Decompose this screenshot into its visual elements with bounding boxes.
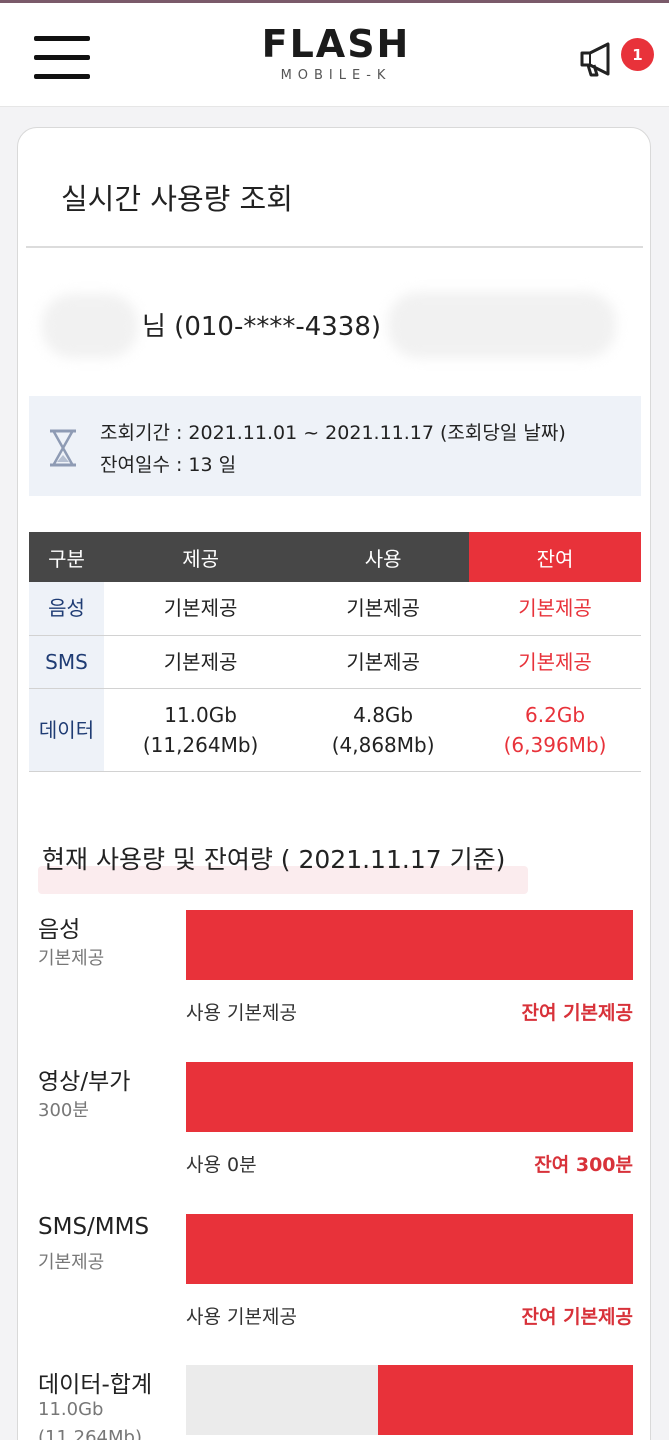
used-amount: 사용 기본제공 <box>186 1002 297 1024</box>
cell-remaining: 6.2Gb (6,396Mb) <box>469 688 641 772</box>
period-text: 조회기간 : 2021.11.01 ~ 2021.11.17 (조회당일 날짜) <box>100 422 566 444</box>
usage-bar-remaining-fill <box>186 1214 633 1284</box>
used-amount: 사용 0분 <box>186 1154 257 1176</box>
usage-card: 실시간 사용량 조회 님 (010-****-4338) 조회기간 : 2021… <box>17 127 651 1440</box>
item-name: SMS/MMS <box>38 1214 150 1240</box>
user-phone-line: 님 (010-****-4338) <box>142 312 382 342</box>
cell-remaining-main: 6.2Gb <box>525 702 586 727</box>
hourglass-icon <box>50 429 76 467</box>
megaphone-icon <box>580 42 610 77</box>
cell-provided: 기본제공 <box>104 635 298 689</box>
cell-provided: 11.0Gb (11,264Mb) <box>104 688 298 772</box>
table-row: 음성 기본제공 기본제공 기본제공 <box>29 582 641 636</box>
cell-remaining: 기본제공 <box>469 582 641 636</box>
col-header-remaining: 잔여 <box>469 532 641 582</box>
item-sub: 11.0Gb <box>38 1399 104 1420</box>
used-amount: 사용 기본제공 <box>186 1306 297 1328</box>
logo-sub-text: MOBILE-K <box>280 68 392 83</box>
title-divider <box>26 246 643 248</box>
cell-remaining-sub: (6,396Mb) <box>503 732 607 757</box>
item-sub: 기본제공 <box>38 948 105 969</box>
col-header-used: 사용 <box>297 532 470 582</box>
usage-bar-remaining-fill <box>186 1062 633 1132</box>
cell-provided-main: 11.0Gb <box>164 702 237 727</box>
usage-bar <box>186 910 633 980</box>
usage-item-sms: SMS/MMS 기본제공 사용 기본제공 잔여 기본제공 <box>18 1214 652 1354</box>
remaining-amount: 잔여 300분 <box>534 1154 633 1176</box>
page-title: 실시간 사용량 조회 <box>61 182 293 216</box>
item-sub: 기본제공 <box>38 1252 105 1273</box>
table-row: SMS 기본제공 기본제공 기본제공 <box>29 635 641 689</box>
usage-bar <box>186 1365 633 1435</box>
cell-used-sub: (4,868Mb) <box>331 732 435 757</box>
usage-table: 구분 제공 사용 잔여 음성 기본제공 기본제공 기본제공 SMS 기본제공 기… <box>29 532 641 772</box>
remaining-days-text: 잔여일수 : 13 일 <box>100 454 237 476</box>
cell-used: 4.8Gb (4,868Mb) <box>297 688 470 772</box>
row-label: 데이터 <box>29 688 104 772</box>
usage-bar <box>186 1062 633 1132</box>
cell-used: 기본제공 <box>297 635 470 689</box>
col-header-category: 구분 <box>29 532 104 582</box>
item-name: 음성 <box>38 917 81 943</box>
usage-bar-remaining-fill <box>186 910 633 980</box>
item-sub-mb: (11,264Mb) <box>38 1427 142 1440</box>
item-name: 영상/부가 <box>38 1069 131 1095</box>
remaining-amount: 잔여 기본제공 <box>521 1306 634 1328</box>
section-title: 현재 사용량 및 잔여량 ( 2021.11.17 기준) <box>42 845 506 874</box>
cell-used: 기본제공 <box>297 582 470 636</box>
period-info-box: 조회기간 : 2021.11.01 ~ 2021.11.17 (조회당일 날짜)… <box>29 396 641 496</box>
redacted-info-blur <box>388 292 616 358</box>
redacted-name-blur <box>42 294 138 358</box>
row-label: 음성 <box>29 582 104 636</box>
notice-button[interactable]: 1 <box>578 37 658 81</box>
cell-used-main: 4.8Gb <box>353 702 414 727</box>
table-row: 데이터 11.0Gb (11,264Mb) 4.8Gb (4,868Mb) 6.… <box>29 688 641 772</box>
col-header-provided: 제공 <box>104 532 298 582</box>
notice-count-badge: 1 <box>621 38 654 71</box>
cell-remaining: 기본제공 <box>469 635 641 689</box>
app-header: FLASH MOBILE-K 1 <box>0 3 669 107</box>
menu-icon[interactable] <box>34 36 90 80</box>
item-name: 데이터-합계 <box>38 1372 153 1398</box>
usage-bar-remaining-fill <box>378 1365 633 1435</box>
remaining-amount: 잔여 기본제공 <box>521 1002 634 1024</box>
row-label: SMS <box>29 635 104 689</box>
usage-item-voice: 음성 기본제공 사용 기본제공 잔여 기본제공 <box>18 910 652 1050</box>
cell-provided-sub: (11,264Mb) <box>142 732 259 757</box>
item-sub: 300분 <box>38 1100 89 1121</box>
cell-provided: 기본제공 <box>104 582 298 636</box>
usage-item-data: 데이터-합계 11.0Gb (11,264Mb) <box>18 1365 652 1440</box>
logo-main-text: FLASH <box>261 22 411 66</box>
usage-bar <box>186 1214 633 1284</box>
usage-item-video: 영상/부가 300분 사용 0분 잔여 300분 <box>18 1062 652 1202</box>
logo[interactable]: FLASH MOBILE-K <box>236 23 436 89</box>
